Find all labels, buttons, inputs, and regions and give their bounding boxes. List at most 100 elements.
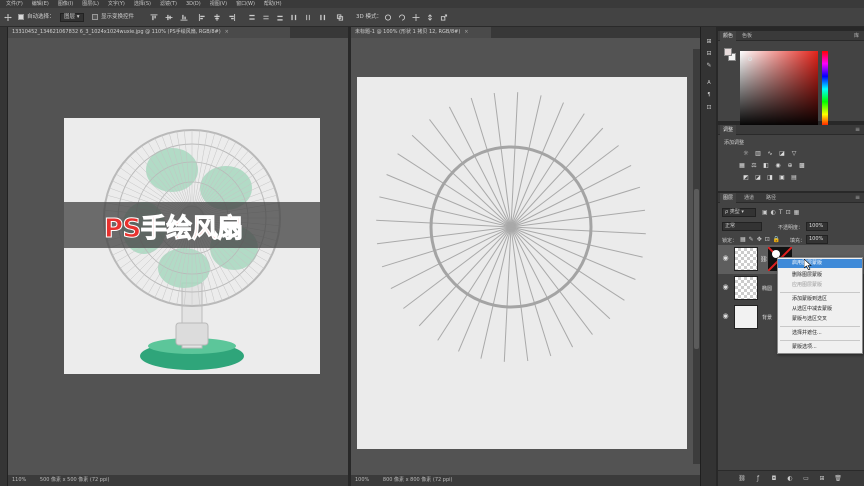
hue-slider[interactable] xyxy=(822,51,828,127)
paragraph-icon[interactable]: ¶ xyxy=(704,91,714,100)
distribute-left-icon[interactable] xyxy=(290,14,298,21)
menu-item-intersect-mask[interactable]: 蒙版与选区交叉 xyxy=(778,315,862,324)
menu-item-mask-options[interactable]: 蒙版选项... xyxy=(778,343,862,352)
tab-document-2[interactable]: 未标题-1 @ 100% (形状 1 拷贝 12, RGB/8#) × xyxy=(351,27,491,38)
trash-icon[interactable]: 🗑 xyxy=(834,475,842,483)
lock-icons[interactable]: ▦✎✥⊡🔒 xyxy=(740,236,783,243)
layer-filter-icons[interactable]: ▣◐T⊡▦ xyxy=(762,209,802,216)
tab-layers[interactable]: 图层 xyxy=(720,193,737,203)
menu-filter[interactable]: 滤镜(T) xyxy=(160,0,177,8)
hue-saturation-icon[interactable]: ▦ xyxy=(738,162,746,169)
history-icon[interactable]: ⊞ xyxy=(704,37,714,46)
visibility-eye-icon[interactable]: ◉ xyxy=(722,284,729,291)
zoom-readout-2[interactable]: 100% xyxy=(355,477,369,483)
tab-color[interactable]: 颜色 xyxy=(720,31,737,41)
distribute-right-icon[interactable] xyxy=(318,14,326,21)
menu-item-select-and-mask[interactable]: 选择并遮住... xyxy=(778,329,862,338)
align-right-icon[interactable] xyxy=(228,14,236,21)
3d-slide-icon[interactable] xyxy=(426,14,434,21)
panel-menu-icon[interactable]: ≡ xyxy=(855,125,860,135)
channel-mixer-icon[interactable]: ⊕ xyxy=(786,162,794,169)
adjustment-layer-icon[interactable]: ◐ xyxy=(786,475,794,483)
distribute-hcenter-icon[interactable] xyxy=(304,14,312,21)
menu-3d[interactable]: 3D(D) xyxy=(186,0,201,8)
visibility-eye-icon[interactable]: ◉ xyxy=(722,313,729,320)
opacity-field[interactable]: 100% xyxy=(806,222,828,231)
menu-layer[interactable]: 图层(L) xyxy=(82,0,99,8)
link-chain-icon[interactable]: ⛓ xyxy=(760,256,768,263)
menu-item-delete-mask[interactable]: 删除图层蒙版 xyxy=(778,271,862,280)
auto-select-dropdown[interactable]: 图层 ▾ xyxy=(60,13,84,22)
menu-file[interactable]: 文件(F) xyxy=(6,0,23,8)
canvas-area-1[interactable]: PS手绘风扇 xyxy=(8,38,348,475)
photo-filter-icon[interactable]: ◉ xyxy=(774,162,782,169)
menu-item-enable-mask[interactable]: 启用图层蒙版 xyxy=(778,259,862,268)
close-icon[interactable]: × xyxy=(225,29,229,35)
tab-adjustments[interactable]: 调整 xyxy=(720,125,737,135)
blend-mode-dropdown[interactable]: 正常 xyxy=(722,222,762,231)
menu-image[interactable]: 图像(I) xyxy=(58,0,73,8)
tab-swatches[interactable]: 色板 xyxy=(742,31,752,41)
properties-icon[interactable]: ⊟ xyxy=(704,49,714,58)
tool-presets-icon[interactable]: ⊡ xyxy=(704,103,714,112)
auto-align-icon[interactable] xyxy=(336,14,344,21)
align-hcenter-icon[interactable] xyxy=(213,14,221,21)
visibility-eye-icon[interactable]: ◉ xyxy=(722,255,729,262)
drawing-canvas[interactable] xyxy=(357,77,687,449)
selective-color-icon[interactable]: ▣ xyxy=(778,174,786,181)
vibrance-icon[interactable]: ▽ xyxy=(790,150,798,157)
align-vcenter-icon[interactable] xyxy=(165,14,173,21)
menu-item-add-mask-selection[interactable]: 添加蒙版到选区 xyxy=(778,295,862,304)
distribute-vcenter-icon[interactable] xyxy=(262,14,270,21)
distribute-top-icon[interactable] xyxy=(248,14,256,21)
align-top-icon[interactable] xyxy=(150,14,158,21)
curves-icon[interactable]: ∿ xyxy=(766,150,774,157)
move-tool-icon[interactable] xyxy=(4,14,12,21)
menu-type[interactable]: 文字(Y) xyxy=(108,0,125,8)
character-icon[interactable]: A xyxy=(704,79,714,88)
vertical-scrollbar[interactable] xyxy=(693,49,700,464)
posterize-icon[interactable]: ◪ xyxy=(754,174,762,181)
close-icon[interactable]: × xyxy=(464,29,468,35)
auto-select-checkbox[interactable] xyxy=(18,14,24,20)
3d-scale-icon[interactable] xyxy=(440,14,448,21)
tab-channels[interactable]: 通道 xyxy=(744,193,754,203)
menu-select[interactable]: 选择(S) xyxy=(134,0,151,8)
fill-field[interactable]: 100% xyxy=(806,235,828,244)
layer-kind-filter[interactable]: ρ 类型 ▾ xyxy=(722,208,756,217)
menu-item-subtract-mask[interactable]: 从选区中减去蒙版 xyxy=(778,305,862,314)
gradient-map-icon[interactable]: ▤ xyxy=(790,174,798,181)
color-picker-marker[interactable] xyxy=(748,57,752,61)
add-mask-icon[interactable]: ◘ xyxy=(770,475,778,483)
3d-pan-icon[interactable] xyxy=(412,14,420,21)
menu-help[interactable]: 帮助(H) xyxy=(264,0,282,8)
3d-roll-icon[interactable] xyxy=(398,14,406,21)
black-white-icon[interactable]: ◧ xyxy=(762,162,770,169)
color-balance-icon[interactable]: ⚖ xyxy=(750,162,758,169)
panel-menu-icon[interactable]: ≡ xyxy=(855,193,860,203)
link-layers-icon[interactable]: ⛓ xyxy=(738,475,746,483)
new-group-icon[interactable]: ▭ xyxy=(802,475,810,483)
zoom-readout-1[interactable]: 110% xyxy=(12,477,26,483)
brush-settings-icon[interactable]: ✎ xyxy=(704,61,714,70)
foreground-color-swatch[interactable] xyxy=(724,48,732,56)
library-tab[interactable]: 库 xyxy=(854,31,859,41)
distribute-bottom-icon[interactable] xyxy=(276,14,284,21)
brightness-icon[interactable]: ☼ xyxy=(742,150,750,157)
levels-icon[interactable]: ▥ xyxy=(754,150,762,157)
fan-photo-canvas[interactable]: PS手绘风扇 xyxy=(64,118,320,374)
3d-rotate-icon[interactable] xyxy=(384,14,392,21)
exposure-icon[interactable]: ◪ xyxy=(778,150,786,157)
menu-edit[interactable]: 编辑(E) xyxy=(32,0,49,8)
color-lookup-icon[interactable]: ▩ xyxy=(798,162,806,169)
new-layer-icon[interactable]: ⊞ xyxy=(818,475,826,483)
align-left-icon[interactable] xyxy=(198,14,206,21)
invert-icon[interactable]: ◩ xyxy=(742,174,750,181)
fx-icon[interactable]: ƒ xyxy=(754,475,762,483)
align-bottom-icon[interactable] xyxy=(180,14,188,21)
show-transform-checkbox[interactable] xyxy=(92,14,98,20)
color-picker-field[interactable] xyxy=(740,51,818,127)
threshold-icon[interactable]: ◨ xyxy=(766,174,774,181)
tab-document-1[interactable]: 13310452_134621067832 6_3_1024x1024wuxie… xyxy=(8,27,290,38)
canvas-area-2[interactable] xyxy=(351,38,700,475)
